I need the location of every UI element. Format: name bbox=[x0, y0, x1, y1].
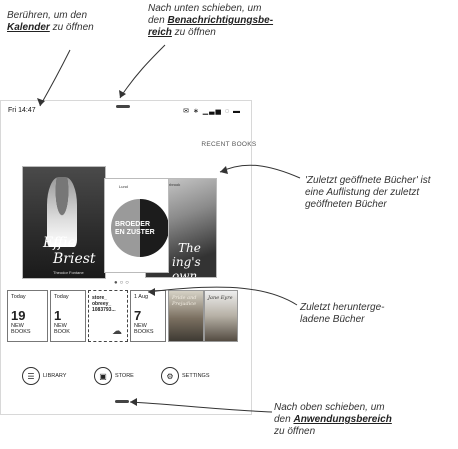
apps-leader-line bbox=[129, 401, 273, 413]
arrowhead bbox=[220, 166, 228, 174]
calendar-leader-line bbox=[39, 49, 71, 107]
annotation-leader-lines bbox=[37, 44, 301, 413]
arrowhead bbox=[130, 398, 137, 406]
arrowhead bbox=[148, 288, 155, 296]
downloaded-leader-line bbox=[147, 286, 298, 306]
recent-leader-line bbox=[219, 164, 301, 179]
notification-leader-line bbox=[119, 44, 166, 99]
